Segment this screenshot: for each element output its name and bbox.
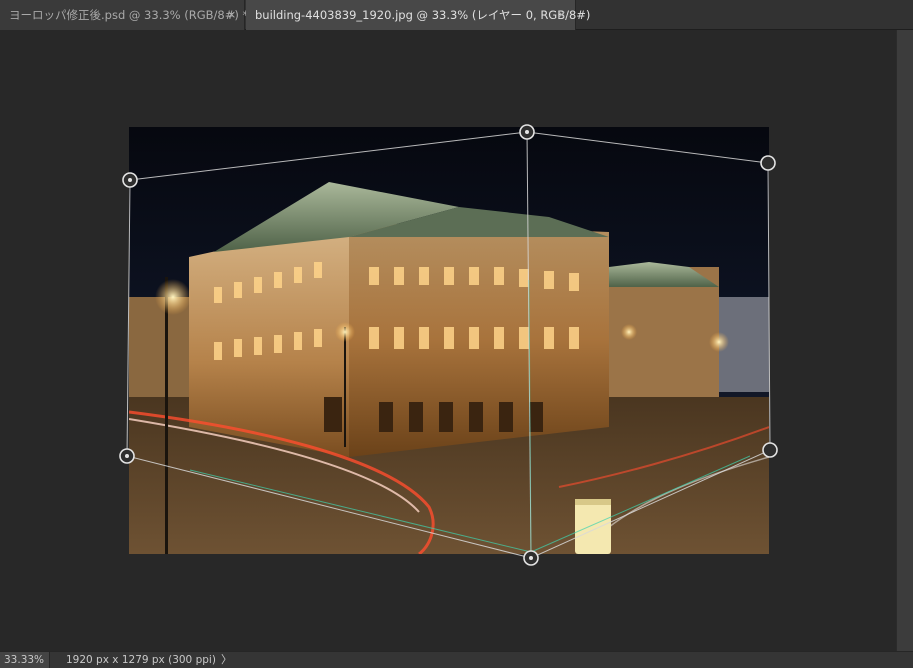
close-icon[interactable]: × — [227, 0, 236, 30]
photoshop-window: ヨーロッパ修正後.psd @ 33.3% (RGB/8#) * × buildi… — [0, 0, 913, 668]
close-icon[interactable]: × — [557, 0, 566, 30]
document-dimensions: 1920 px x 1279 px (300 ppi) — [66, 654, 216, 666]
opera-house-photo — [129, 127, 769, 554]
status-bar: 33.33% 1920 px x 1279 px (300 ppi) 〉 — [0, 651, 913, 668]
chevron-right-icon[interactable]: 〉 — [221, 652, 232, 668]
tab-building-jpg[interactable]: building-4403839_1920.jpg @ 33.3% (レイヤー … — [246, 0, 590, 30]
tab-label: building-4403839_1920.jpg @ 33.3% (レイヤー … — [255, 8, 591, 22]
tab-label: ヨーロッパ修正後.psd @ 33.3% (RGB/8#) * — [9, 8, 249, 22]
zoom-level-field[interactable]: 33.33% — [0, 652, 50, 668]
tab-europe-psd[interactable]: ヨーロッパ修正後.psd @ 33.3% (RGB/8#) * × — [0, 0, 249, 30]
vertical-scrollbar[interactable] — [896, 30, 913, 651]
document-image[interactable] — [129, 127, 769, 554]
document-tab-bar: ヨーロッパ修正後.psd @ 33.3% (RGB/8#) * × buildi… — [0, 0, 913, 30]
